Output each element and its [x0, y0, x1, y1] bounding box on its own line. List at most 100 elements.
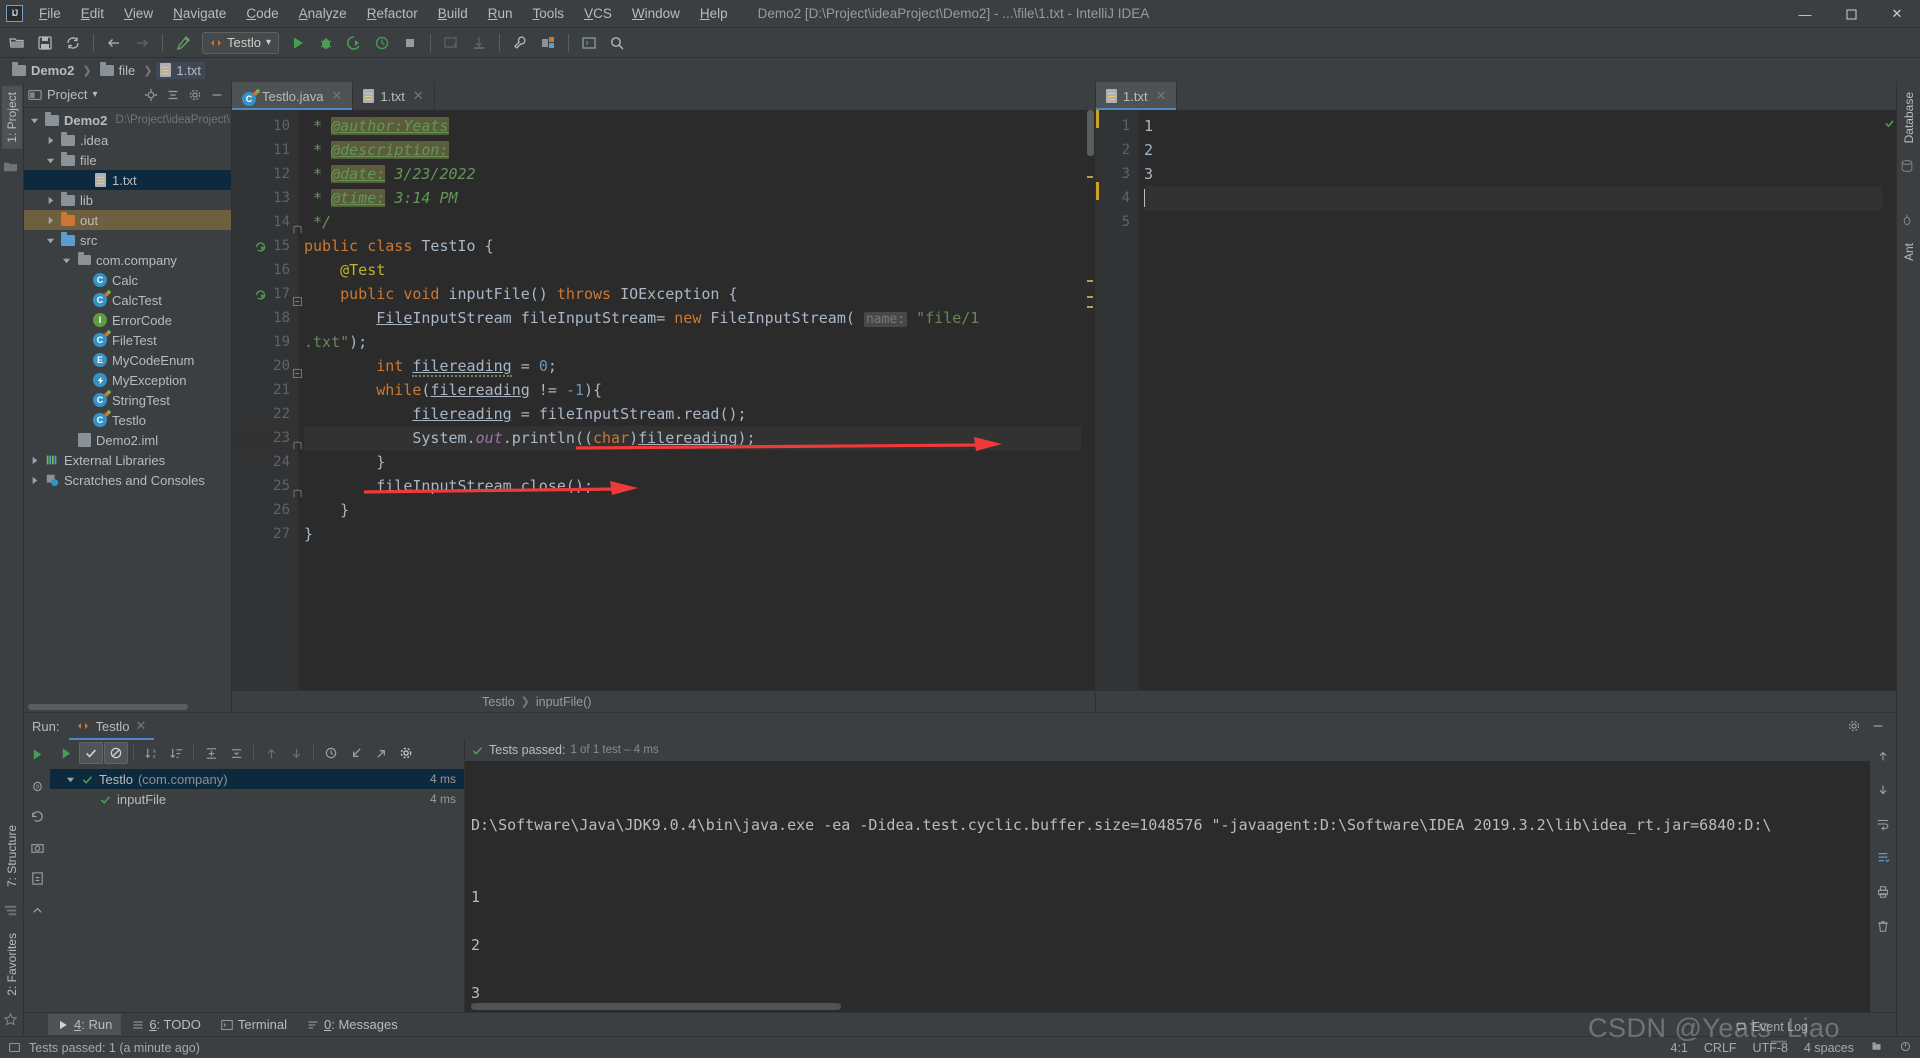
project-structure-icon[interactable] [535, 31, 561, 55]
locate-icon[interactable] [141, 85, 161, 105]
gutter-line[interactable]: 23 [232, 426, 302, 450]
power-save-icon[interactable] [1899, 1040, 1912, 1056]
code-line[interactable]: * @date: 3/23/2022 [304, 162, 1081, 186]
toolwindow-button-terminal[interactable]: Terminal [212, 1014, 296, 1035]
code-line[interactable]: */ [304, 210, 1081, 234]
gutter-line[interactable]: 26 [232, 498, 298, 522]
editor-marker-column-right[interactable] [1882, 110, 1896, 690]
toolwindow-button-0-messages[interactable]: 0: Messages [298, 1014, 407, 1035]
history-icon[interactable] [319, 742, 343, 764]
hide-ignored-icon[interactable] [104, 742, 128, 764]
print-icon[interactable] [1871, 881, 1895, 903]
chevron-down-icon[interactable] [60, 254, 72, 266]
scroll-up-icon[interactable] [1871, 745, 1895, 767]
sidebar-item-database[interactable]: Database [1899, 86, 1919, 149]
sidebar-item-ant[interactable]: Ant [1899, 237, 1919, 267]
code-line[interactable]: * @time: 3:14 PM [304, 186, 1081, 210]
code-line[interactable]: } [304, 522, 1081, 546]
collapse-all-icon[interactable] [224, 742, 248, 764]
sidebar-item-project[interactable]: 1: Project [1, 86, 22, 149]
menu-edit[interactable]: Edit [71, 2, 114, 25]
gutter-line[interactable]: 18 [232, 306, 298, 330]
gutter-line[interactable]: 22 [232, 402, 298, 426]
code-line[interactable]: fileInputStream.close(); [304, 474, 1081, 498]
code-line[interactable]: .txt"); [304, 330, 1081, 354]
chevron-right-icon[interactable] [28, 454, 40, 466]
tree-item-testlo[interactable]: C Testlo [24, 410, 231, 430]
toolwindow-button-4-run[interactable]: 4: Run [48, 1014, 122, 1035]
console-hscrollbar[interactable] [465, 1000, 1870, 1012]
menu-refactor[interactable]: Refactor [357, 2, 428, 25]
settings-wrench-icon[interactable] [507, 31, 533, 55]
gutter-line[interactable]: 24 [232, 450, 298, 474]
sort-alphabetically-icon[interactable]: az [139, 742, 163, 764]
menu-run[interactable]: Run [478, 2, 523, 25]
show-passed-icon[interactable] [79, 742, 103, 764]
debugger-icon[interactable]: 9 [25, 774, 49, 796]
export-icon[interactable] [25, 867, 49, 889]
scroll-down-icon[interactable] [1871, 779, 1895, 801]
gutter-line[interactable]: 1 [1096, 114, 1138, 138]
menu-analyze[interactable]: Analyze [289, 2, 357, 25]
menu-tools[interactable]: Tools [523, 2, 575, 25]
gutter-line[interactable]: 27 [232, 522, 298, 546]
git-branch-icon[interactable] [1870, 1040, 1883, 1056]
chevron-right-icon[interactable] [44, 134, 56, 146]
code-line[interactable]: filereading = fileInputStream.read(); [304, 402, 1081, 426]
prev-failed-icon[interactable] [259, 742, 283, 764]
collapse-all-icon[interactable] [163, 85, 183, 105]
tree-item-out[interactable]: out [24, 210, 231, 230]
stop-icon[interactable] [397, 31, 423, 55]
tree-item-calc[interactable]: C Calc [24, 270, 231, 290]
gutter-line[interactable]: 2 [1096, 138, 1138, 162]
chevron-right-icon[interactable] [44, 194, 56, 206]
tree-item-lib[interactable]: lib [24, 190, 231, 210]
chevron-right-icon[interactable] [44, 214, 56, 226]
gutter-line[interactable]: 19 [232, 330, 298, 354]
breadcrumb-item-file[interactable]: file [96, 61, 140, 79]
tab-1-txt[interactable]: 1.txt ✕ [353, 82, 435, 110]
menu-build[interactable]: Build [428, 2, 478, 25]
close-icon[interactable]: ✕ [1156, 88, 1167, 104]
tree-item-errorcode[interactable]: I ErrorCode [24, 310, 231, 330]
project-tree-hscrollbar[interactable] [24, 702, 231, 712]
close-icon[interactable]: ✕ [331, 88, 342, 104]
update-app-icon[interactable] [438, 31, 464, 55]
open-folder-icon[interactable] [4, 31, 30, 55]
back-arrow-icon[interactable] [101, 31, 127, 55]
test-row-testlo[interactable]: Testlo (com.company) 4 ms [50, 769, 464, 789]
code-line[interactable]: int filereading = 0; [304, 354, 1081, 378]
gutter-line[interactable]: 20 [232, 354, 302, 378]
breadcrumb-item-1-txt[interactable]: 1.txt [156, 61, 205, 79]
rerun-icon[interactable] [25, 743, 49, 765]
terminal-icon[interactable] [576, 31, 602, 55]
tab-1txt[interactable]: 1.txt ✕ [1096, 82, 1178, 110]
hide-icon[interactable] [1868, 716, 1888, 736]
forward-arrow-icon[interactable] [129, 31, 155, 55]
gutter-line[interactable]: 13 [232, 186, 298, 210]
editor-gutter-left[interactable]: 10 11 12 13 14 15 16 17 18 19 20 21 22 23 24 25 26 27 [232, 110, 302, 690]
footer-crumb-class[interactable]: Testlo [482, 695, 515, 709]
chevron-down-icon[interactable] [44, 154, 56, 166]
tree-item-scratches-and-consoles[interactable]: Scratches and Consoles [24, 470, 231, 490]
tree-item--idea[interactable]: .idea [24, 130, 231, 150]
tree-item-demo2-iml[interactable]: Demo2.iml [24, 430, 231, 450]
search-everywhere-icon[interactable] [604, 31, 630, 55]
tree-item-1-txt[interactable]: 1.txt [24, 170, 231, 190]
import-tests-icon[interactable] [344, 742, 368, 764]
code-line[interactable]: FileInputStream fileInputStream= new Fil… [304, 306, 1081, 330]
project-tree[interactable]: Demo2 D:\Project\ideaProject\ .idea file 1.t… [24, 108, 231, 702]
tree-item-stringtest[interactable]: C StringTest [24, 390, 231, 410]
test-tree[interactable]: Testlo (com.company) 4 ms inputFile 4 ms [50, 767, 464, 1012]
chevron-down-icon[interactable] [28, 114, 40, 126]
console-output[interactable]: D:\Software\Java\JDK9.0.4\bin\java.exe -… [465, 761, 1870, 1000]
hide-icon[interactable] [207, 85, 227, 105]
editor-code-right[interactable]: 123 [1138, 110, 1882, 690]
run-tab-testlo[interactable]: Testlo ✕ [69, 715, 155, 740]
code-line[interactable]: while(filereading != -1){ [304, 378, 1081, 402]
run-configuration-selector[interactable]: Testlo ▾ [202, 31, 279, 54]
debug-icon[interactable] [313, 31, 339, 55]
footer-crumb-method[interactable]: inputFile() [536, 695, 592, 709]
editor-code-left[interactable]: * @author:Yeats * @description: * @date:… [298, 110, 1081, 690]
tree-item-filetest[interactable]: C FileTest [24, 330, 231, 350]
